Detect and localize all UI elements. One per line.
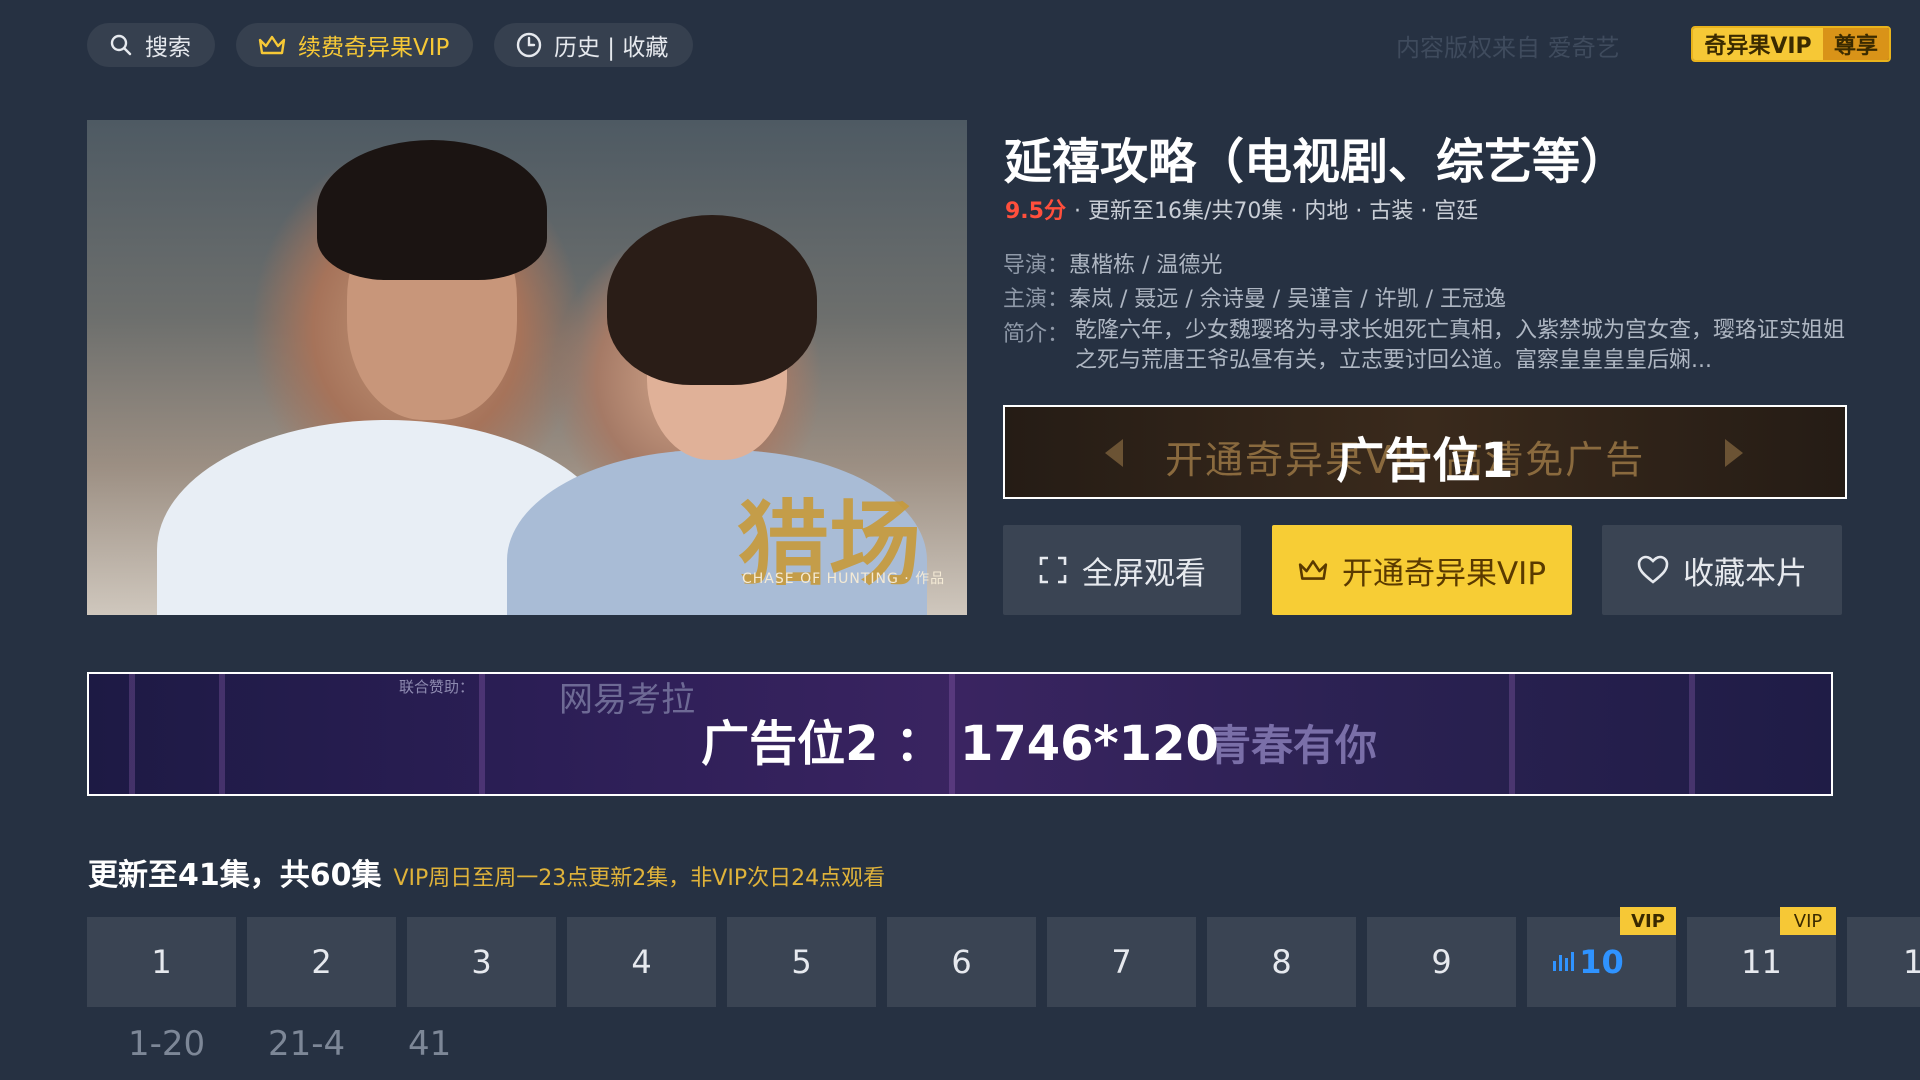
favorite-label: 收藏本片 [1683,555,1807,592]
search-icon [110,34,132,56]
show-title: 延禧攻略（电视剧、综艺等） [1004,134,1629,190]
rating-score: 9.5分 [1005,199,1066,224]
search-label: 搜索 [145,35,191,61]
episode-item[interactable]: 4 [567,917,716,1007]
episode-item[interactable]: 11 VIP [1687,907,1836,1007]
episode-number: 3 [471,943,492,981]
ad-slot-1[interactable]: 开通奇异果VIP 高清免广告 广告位1 [1003,405,1847,499]
ad2-sponsor-text: 联合赞助： [399,678,475,696]
episode-number: 11 [1741,943,1782,981]
episode-number: 2 [311,943,332,981]
show-meta: 9.5分 · 更新至16集/共70集 · 内地 · 古装 · 宫廷 [1005,193,1478,225]
ad1-label: 广告位1 [1336,433,1514,489]
cast-row: 主演：秦岚 / 聂远 / 佘诗曼 / 吴谨言 / 许凯 / 王冠逸 [1003,281,1506,313]
update-schedule-note: VIP周日至周一23点更新2集，非VIP次日24点观看 [393,866,886,891]
episode-header: 更新至41集，共60集 VIP周日至周一23点更新2集，非VIP次日24点观看 [88,850,885,894]
poster-hair-left [317,140,547,280]
open-vip-button[interactable]: 开通奇异果VIP [1272,525,1572,615]
ad-slot-2[interactable]: 联合赞助： 网易考拉 青春有你 广告位2 ： 1746*120 [87,672,1833,796]
cast-key: 主演： [1003,287,1070,312]
episode-item[interactable]: 6 [887,917,1036,1007]
episode-number: 1 [1903,943,1920,981]
search-button[interactable]: 搜索 [87,23,215,67]
episode-item[interactable]: 5 [727,917,876,1007]
episode-item[interactable]: 8 [1207,917,1356,1007]
crown-icon [258,35,286,55]
cast-value: 秦岚 / 聂远 / 佘诗曼 / 吴谨言 / 许凯 / 王冠逸 [1069,287,1507,312]
director-key: 导演： [1003,253,1070,278]
copyright-notice: 内容版权来自 爱奇艺 [1396,34,1620,62]
ad2-label: 广告位2 ： 1746*120 [701,716,1219,772]
now-playing-icon [1553,952,1574,971]
synopsis-text: 乾隆六年，少女魏璎珞为寻求长姐死亡真相，入紫禁城为宫女查，璎珞证实姐姐之死与荒唐… [1075,318,1846,373]
vip-badge-tier: 尊享 [1823,28,1889,60]
episode-number: 7 [1111,943,1132,981]
vip-status-badge[interactable]: 奇异果VIP 尊享 [1691,26,1891,62]
fullscreen-icon [1039,556,1067,584]
crown-icon [1298,560,1328,580]
open-vip-label: 开通奇异果VIP [1341,555,1547,592]
episode-range-tab[interactable]: 1-20 [128,1024,205,1064]
episode-range-tab[interactable]: 21-4 [268,1024,345,1064]
episode-item[interactable]: 1 [87,917,236,1007]
episode-number: 9 [1431,943,1452,981]
episode-number: 1 [151,943,172,981]
episode-number: 8 [1271,943,1292,981]
renew-vip-label: 续费奇异果VIP [298,35,450,61]
synopsis-key: 简介： [1003,322,1070,347]
history-favorites-label: 历史 | 收藏 [554,35,669,61]
poster-logo-sub: CHASE OF HUNTING · 作品 [742,571,946,587]
poster-hair-right [607,215,817,385]
director-value: 惠楷栋 / 温德光 [1069,253,1223,278]
fullscreen-label: 全屏观看 [1082,555,1206,592]
episode-number: 6 [951,943,972,981]
clock-icon [516,32,542,58]
episode-item[interactable]: 9 [1367,917,1516,1007]
episode-number: 4 [631,943,652,981]
heart-icon [1637,555,1669,584]
favorite-button[interactable]: 收藏本片 [1602,525,1842,615]
vip-tag: VIP [1780,907,1836,935]
history-favorites-button[interactable]: 历史 | 收藏 [494,23,693,67]
episode-item[interactable]: 2 [247,917,396,1007]
fullscreen-button[interactable]: 全屏观看 [1003,525,1241,615]
episode-range-tab[interactable]: 41 [408,1024,451,1064]
episode-item[interactable]: 3 [407,917,556,1007]
episode-item[interactable]: 1 [1847,917,1920,1007]
episode-number: 5 [791,943,812,981]
episode-item[interactable]: 7 [1047,917,1196,1007]
episode-item-current[interactable]: 10 VIP [1527,907,1676,1007]
episode-number: 10 [1579,943,1624,981]
renew-vip-button[interactable]: 续费奇异果VIP [236,23,473,67]
episode-count: 更新至41集，共60集 [88,858,382,893]
director-row: 导演：惠楷栋 / 温德光 [1003,247,1222,279]
episode-genre-info: · 更新至16集/共70集 · 内地 · 古装 · 宫廷 [1073,199,1479,224]
show-poster[interactable]: 猎场 CHASE OF HUNTING · 作品 [87,120,967,615]
vip-tag: VIP [1620,907,1676,935]
vip-badge-label: 奇异果VIP [1693,28,1823,60]
